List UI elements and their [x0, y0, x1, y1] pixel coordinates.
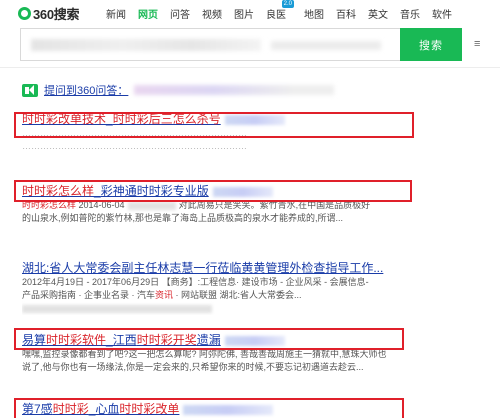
title-text: 彩神通时时彩专业版 [100, 184, 209, 198]
title-keyword: 时时彩后三怎么杀号 [112, 112, 221, 126]
title-separator: _ [106, 112, 113, 126]
menu-icon[interactable]: ≡ [474, 38, 480, 50]
result-title-link[interactable]: 时时彩改单技术_时时彩后三怎么杀号 [22, 111, 482, 127]
blurred-snippet [22, 304, 212, 313]
nav-item-doctor-label: 良医 [266, 10, 286, 21]
result-title-link[interactable]: 第7感时时彩_心血时时彩改单 [22, 401, 482, 417]
result-snippet: 2012年4月19日 - 2017年06月29日 【商务】:工程信息· 建设市场… [22, 276, 482, 315]
search-input[interactable] [20, 28, 400, 61]
snippet-keyword: 资讯 [155, 290, 174, 300]
nav-item-qa[interactable]: 问答 [170, 6, 190, 21]
ask-360-link[interactable]: 提问到360问答： [44, 82, 128, 98]
nav-item-software[interactable]: 软件 [432, 6, 452, 21]
nav-item-map[interactable]: 地图 [304, 6, 324, 21]
speaker-icon [22, 83, 38, 97]
result-item: 湖北:省人大常委会副主任林志慧一行莅临黄黄管理外检查指导工作... 2012年4… [22, 260, 482, 315]
nav-item-english[interactable]: 英文 [368, 6, 388, 21]
blurred-title-tail [224, 335, 285, 346]
snippet-keyword: 时时彩怎么样 [22, 200, 77, 210]
title-keyword: 时时彩改单 [119, 402, 180, 416]
result-item: 时时彩怎么样_彩神通时时彩专业版 时时彩怎么样 2014-06-04 对此周易只是… [22, 183, 482, 225]
result-item: 易算时时彩软件_江西时时彩开奖遗漏 嘿嘿,监控录像都看到了吧?这一把怎么算呢? … [22, 332, 482, 374]
nav-item-video[interactable]: 视频 [202, 6, 222, 21]
top-nav-bar: 360搜索 新闻 网页 问答 视频 图片 良医 2.0 地图 百科 英文 音乐 … [0, 0, 500, 26]
snippet-line: ………………………………………………………………… [22, 128, 247, 138]
title-text: 易算 [22, 333, 47, 347]
search-button[interactable]: 搜索 [400, 28, 462, 61]
snippet-line [22, 302, 482, 315]
blurred-query-tail [271, 41, 381, 50]
divider [0, 67, 500, 68]
ask-question-notice: 提问到360问答： [22, 82, 335, 98]
result-item: 第7感时时彩_心血时时彩改单 [22, 401, 482, 417]
blurred-title-tail [212, 186, 273, 197]
title-keyword: 时时彩开奖 [136, 333, 197, 347]
snippet-text: · 网站联盟 湖北:省人大常委会... [173, 290, 302, 300]
blurred-snippet [127, 201, 176, 210]
title-keyword: 时时彩改单技术 [22, 112, 107, 126]
blurred-notice-text [134, 85, 335, 95]
nav-item-images[interactable]: 图片 [234, 6, 254, 21]
title-keyword: 时时彩软件 [46, 333, 107, 347]
snippet-line: 产品采购指南 · 企事业名录 · 汽车资讯 · 网站联盟 湖北:省人大常委会..… [22, 289, 482, 302]
snippet-date: 2014-06-04 [76, 200, 125, 210]
nav-item-web[interactable]: 网页 [138, 6, 158, 21]
blurred-title-tail [224, 114, 285, 125]
title-keyword: 时时彩 [52, 402, 89, 416]
title-text: 遗漏 [196, 333, 221, 347]
title-text: _江西 [106, 333, 137, 347]
result-snippet: 时时彩怎么样 2014-06-04 对此周易只是笑笑。紫竹青水,在中国是品质极好 … [22, 199, 482, 225]
logo-ring-icon [18, 7, 31, 20]
snippet-line: 时时彩怎么样 2014-06-04 对此周易只是笑笑。紫竹青水,在中国是品质极好 [22, 199, 482, 212]
result-snippet: ………………………………………………………………… ……………………………………… [22, 127, 482, 153]
title-keyword: 时时彩怎么样 [22, 184, 95, 198]
logo[interactable]: 360搜索 [18, 4, 80, 23]
nav-item-news[interactable]: 新闻 [106, 6, 126, 21]
logo-text: 360搜索 [33, 7, 80, 22]
version-badge: 2.0 [281, 0, 294, 8]
nav-item-music[interactable]: 音乐 [400, 6, 420, 21]
snippet-text: 对此周易只是笑笑。紫竹青水,在中国是品质极好 [178, 200, 371, 210]
blurred-query [31, 39, 261, 51]
category-nav: 新闻 网页 问答 视频 图片 良医 2.0 地图 百科 英文 音乐 软件 [106, 0, 464, 21]
title-text: 第7感 [22, 402, 53, 416]
snippet-line: 2012年4月19日 - 2017年06月29日 【商务】:工程信息· 建设市场… [22, 277, 369, 287]
result-title-link[interactable]: 湖北:省人大常委会副主任林志慧一行莅临黄黄管理外检查指导工作... [22, 260, 392, 276]
snippet-line: ………………………………………………………………… [22, 141, 247, 151]
blurred-title-tail [183, 404, 274, 415]
result-snippet: 嘿嘿,监控录像都看到了吧?这一把怎么算呢? 阿弥陀佛, 善哉善哉周施主一猜就中,… [22, 348, 482, 374]
snippet-line: 嘿嘿,监控录像都看到了吧?这一把怎么算呢? 阿弥陀佛, 善哉善哉周施主一猜就中,… [22, 349, 387, 359]
result-title-link[interactable]: 易算时时彩软件_江西时时彩开奖遗漏 [22, 332, 482, 348]
nav-item-doctor[interactable]: 良医 2.0 [266, 0, 294, 21]
search-results-page: 360搜索 新闻 网页 问答 视频 图片 良医 2.0 地图 百科 英文 音乐 … [0, 0, 500, 418]
snippet-line: 的山泉水,例如普陀的紫竹林,那也是靠了海岛上品质极高的泉水才能养成的,所谓... [22, 213, 344, 223]
title-text: _心血 [88, 402, 120, 416]
snippet-text: 产品采购指南 · 企事业名录 · 汽车 [22, 290, 155, 300]
snippet-line: 说了,他与你也有一场缘法,你是一定会来的,只希望你来的时候,不要忘记初遇道去趁云… [22, 362, 364, 372]
title-separator: _ [94, 184, 101, 198]
nav-item-baike[interactable]: 百科 [336, 6, 356, 21]
result-item: 时时彩改单技术_时时彩后三怎么杀号 …………………………………………………………… [22, 111, 482, 153]
result-title-link[interactable]: 时时彩怎么样_彩神通时时彩专业版 [22, 183, 482, 199]
